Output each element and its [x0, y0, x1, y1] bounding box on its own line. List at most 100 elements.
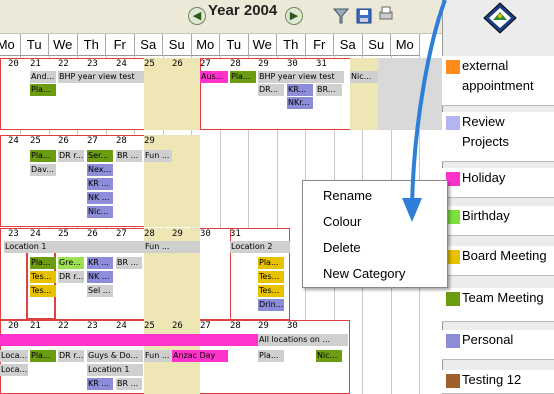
- calendar-event[interactable]: NK ...: [87, 271, 113, 283]
- calendar-event[interactable]: KR...: [287, 84, 313, 96]
- day-number[interactable]: 27: [200, 59, 211, 69]
- day-number[interactable]: 28: [116, 136, 127, 146]
- menu-item-delete[interactable]: Delete: [303, 235, 449, 261]
- calendar-event[interactable]: Drin...: [258, 299, 284, 311]
- calendar-event[interactable]: Nex...: [87, 164, 113, 176]
- day-number[interactable]: 26: [172, 59, 183, 69]
- day-number[interactable]: 23: [87, 59, 98, 69]
- previous-year-button[interactable]: ◀: [188, 7, 206, 25]
- day-number[interactable]: 21: [30, 59, 41, 69]
- legend-item-3[interactable]: Birthday: [442, 206, 554, 236]
- day-number[interactable]: 22: [58, 59, 69, 69]
- day-number[interactable]: 31: [230, 229, 241, 239]
- day-number[interactable]: 30: [287, 321, 298, 331]
- legend-item-5[interactable]: Team Meeting: [442, 288, 554, 322]
- calendar-event[interactable]: Pla...: [230, 71, 256, 83]
- day-number[interactable]: 29: [258, 59, 269, 69]
- calendar-event[interactable]: Nic...: [87, 206, 113, 218]
- calendar-event[interactable]: BHP year view test: [258, 71, 344, 83]
- legend-item-1[interactable]: Review Projects: [442, 112, 554, 162]
- calendar-event[interactable]: Location 2: [230, 241, 290, 253]
- day-number[interactable]: 26: [58, 136, 69, 146]
- calendar-event[interactable]: KR ...: [87, 378, 113, 390]
- day-number[interactable]: 25: [144, 321, 155, 331]
- day-number[interactable]: 24: [8, 136, 19, 146]
- day-number[interactable]: 20: [8, 59, 19, 69]
- day-number[interactable]: 22: [58, 321, 69, 331]
- day-number[interactable]: 28: [230, 59, 241, 69]
- legend-item-0[interactable]: external appointment: [442, 56, 554, 106]
- calendar-event[interactable]: Tes...: [258, 271, 284, 283]
- day-number[interactable]: 24: [116, 321, 127, 331]
- calendar-event[interactable]: DR r...: [58, 271, 84, 283]
- calendar-event[interactable]: Fun ...: [144, 150, 172, 162]
- calendar-event[interactable]: BR ...: [116, 378, 142, 390]
- calendar-event[interactable]: Pla...: [30, 84, 56, 96]
- calendar-event[interactable]: BR ...: [116, 257, 142, 269]
- calendar-event[interactable]: Loca...: [0, 350, 28, 362]
- calendar-event[interactable]: DR r...: [58, 150, 84, 162]
- calendar-event[interactable]: BR...: [316, 84, 342, 96]
- calendar-event[interactable]: Tes...: [258, 285, 284, 297]
- day-number[interactable]: 31: [316, 59, 327, 69]
- day-number[interactable]: 26: [87, 229, 98, 239]
- day-number[interactable]: 30: [200, 229, 211, 239]
- calendar-event[interactable]: DR r...: [58, 350, 84, 362]
- day-number[interactable]: 23: [8, 229, 19, 239]
- calendar-event[interactable]: DR...: [258, 84, 284, 96]
- day-number[interactable]: 25: [30, 136, 41, 146]
- day-number[interactable]: 23: [87, 321, 98, 331]
- calendar-event[interactable]: Dav...: [30, 164, 56, 176]
- calendar-event[interactable]: Pla...: [30, 257, 56, 269]
- calendar-event[interactable]: BHP year view test: [58, 71, 144, 83]
- day-number[interactable]: 25: [58, 229, 69, 239]
- calendar-event[interactable]: Tes...: [30, 271, 56, 283]
- day-number[interactable]: 21: [30, 321, 41, 331]
- calendar-event[interactable]: KR ...: [87, 257, 113, 269]
- day-number[interactable]: 29: [172, 229, 183, 239]
- holiday-span-bar[interactable]: [0, 334, 258, 346]
- calendar-event[interactable]: Tes...: [30, 285, 56, 297]
- calendar-event[interactable]: And...: [30, 71, 56, 83]
- print-icon[interactable]: [378, 6, 394, 22]
- calendar-event[interactable]: Aus...: [200, 71, 228, 83]
- save-icon[interactable]: [356, 8, 372, 24]
- next-year-button[interactable]: ▶: [285, 7, 303, 25]
- legend-item-4[interactable]: Board Meeting: [442, 246, 554, 276]
- calendar-event[interactable]: Location 1: [4, 241, 144, 253]
- day-number[interactable]: 29: [258, 321, 269, 331]
- day-number[interactable]: 26: [172, 321, 183, 331]
- calendar-event[interactable]: NKr...: [287, 97, 313, 109]
- legend-item-2[interactable]: Holiday: [442, 168, 554, 198]
- calendar-event[interactable]: Loca...: [0, 364, 28, 376]
- calendar-event[interactable]: Fun ...: [144, 241, 200, 253]
- calendar-event[interactable]: NK ...: [87, 192, 113, 204]
- calendar-event[interactable]: Pla...: [258, 350, 284, 362]
- day-number[interactable]: 27: [87, 136, 98, 146]
- calendar-event[interactable]: All locations on ...: [258, 334, 348, 346]
- calendar-event[interactable]: Pla...: [258, 257, 284, 269]
- day-number[interactable]: 30: [287, 59, 298, 69]
- calendar-event[interactable]: BR ...: [116, 150, 142, 162]
- filter-icon[interactable]: [333, 8, 349, 24]
- calendar-event[interactable]: Gre...: [58, 257, 84, 269]
- calendar-event[interactable]: Location 1: [87, 364, 143, 376]
- calendar-event[interactable]: Ser...: [87, 150, 113, 162]
- calendar-event[interactable]: Anzac Day: [172, 350, 228, 362]
- calendar-event[interactable]: Nic...: [316, 350, 342, 362]
- day-number[interactable]: 28: [144, 229, 155, 239]
- day-number[interactable]: 25: [144, 59, 155, 69]
- calendar-event[interactable]: Pla...: [30, 350, 56, 362]
- calendar-event[interactable]: Guys & Do...: [87, 350, 143, 362]
- day-number[interactable]: 27: [200, 321, 211, 331]
- calendar-event[interactable]: Pla...: [30, 150, 56, 162]
- menu-item-new-category[interactable]: New Category: [303, 261, 449, 287]
- day-number[interactable]: 24: [116, 59, 127, 69]
- day-number[interactable]: 29: [144, 136, 155, 146]
- calendar-event[interactable]: Sel ...: [87, 285, 113, 297]
- day-number[interactable]: 20: [8, 321, 19, 331]
- calendar-event[interactable]: KR ...: [87, 178, 113, 190]
- calendar-event[interactable]: Fun ...: [144, 350, 172, 362]
- legend-item-6[interactable]: Personal: [442, 330, 554, 360]
- day-number[interactable]: 28: [230, 321, 241, 331]
